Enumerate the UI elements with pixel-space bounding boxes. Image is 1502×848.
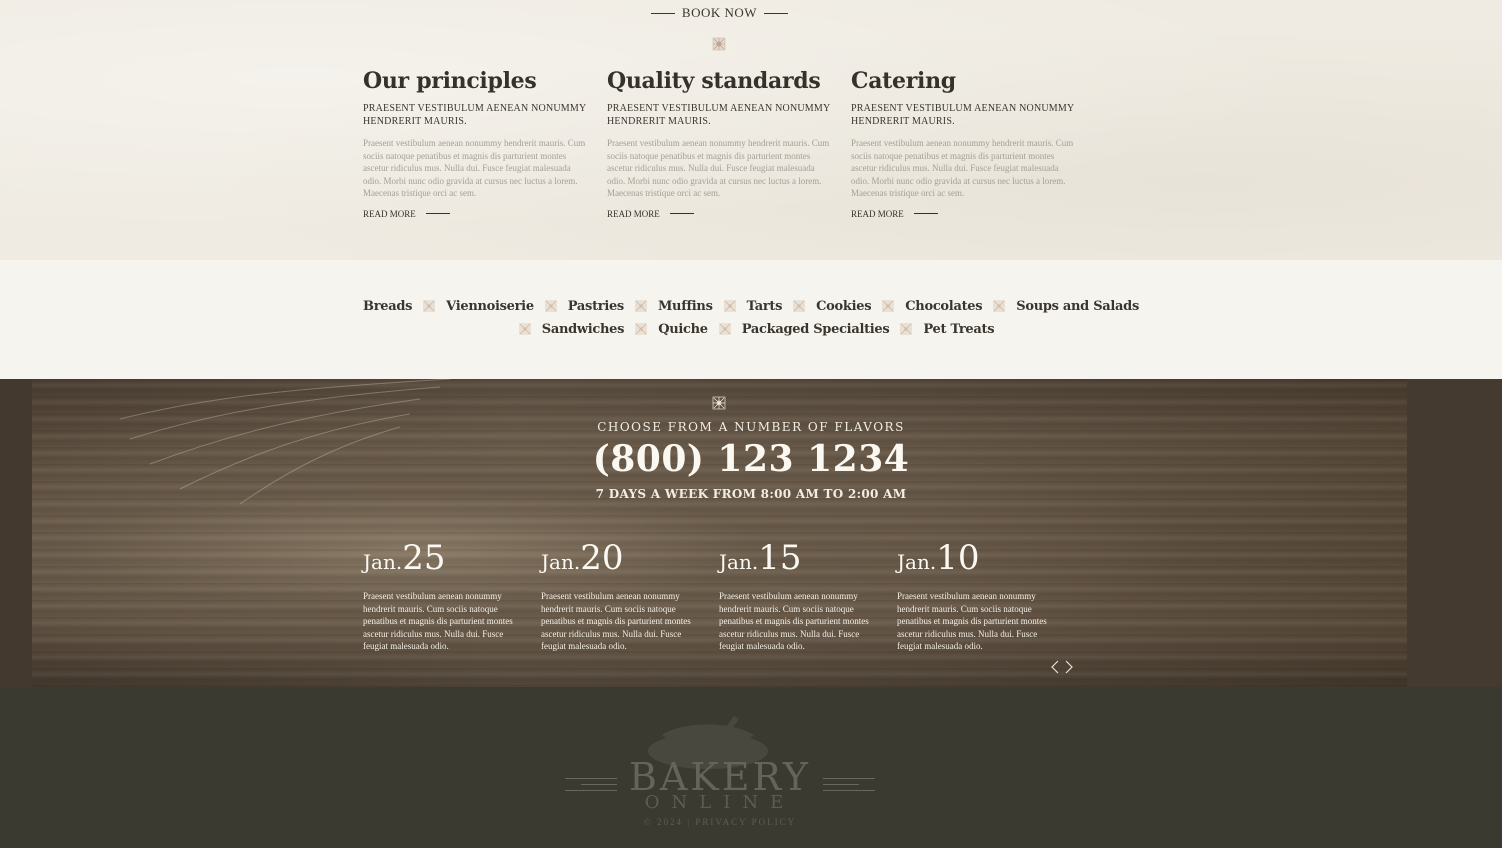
divider	[651, 12, 675, 14]
read-more-link[interactable]: READ MORE	[851, 209, 1079, 219]
column-title: Catering	[851, 68, 956, 94]
chevron-right-icon	[1065, 660, 1073, 674]
column-title: Our principles	[363, 68, 537, 94]
logo-subtitle: ONLINE	[644, 792, 796, 813]
news-month: Jan.	[897, 550, 937, 574]
category-link-muffins[interactable]: Muffins	[658, 299, 713, 314]
ornament-icon	[898, 321, 914, 337]
flavors-tagline: CHOOSE FROM A NUMBER OF FLAVORS	[597, 420, 905, 434]
logo-decoration	[565, 778, 617, 798]
column-subtitle: PRAESENT VESTIBULUM AENEAN NONUMMY HENDR…	[851, 103, 1075, 127]
category-link-pastries[interactable]: Pastries	[568, 299, 624, 314]
news-item: Jan.20 Praesent vestibulum aenean nonumm…	[541, 538, 701, 653]
copyright-privacy-link[interactable]: © 2024 | PRIVACY POLICY	[600, 817, 840, 827]
carousel-prev-button[interactable]	[1050, 659, 1060, 675]
column-body: Praesent vestibulum aenean nonummy hendr…	[851, 138, 1074, 198]
column-title: Quality standards	[607, 68, 821, 94]
news-date: Jan.15	[719, 538, 879, 584]
news-item: Jan.25 Praesent vestibulum aenean nonumm…	[363, 538, 523, 653]
read-more-label: READ MORE	[851, 208, 904, 219]
chevron-left-icon	[1051, 660, 1059, 674]
ornament-icon	[722, 298, 738, 314]
category-link-viennoiserie[interactable]: Viennoiserie	[446, 299, 534, 314]
ornament-icon	[633, 321, 649, 337]
news-month: Jan.	[363, 550, 403, 574]
column-subtitle: PRAESENT VESTIBULUM AENEAN NONUMMY HENDR…	[607, 103, 831, 127]
principles-section: BOOK NOW Our principles PRAESENT VESTIBU…	[0, 0, 1502, 260]
category-link-breads[interactable]: Breads	[363, 299, 412, 314]
catering-column: Catering PRAESENT VESTIBULUM AENEAN NONU…	[851, 66, 1079, 219]
book-now-label: BOOK NOW	[681, 5, 758, 20]
divider	[913, 213, 938, 214]
logo-decoration	[823, 778, 875, 798]
ornament-icon	[517, 321, 533, 337]
category-nav: Breads Viennoiserie Pastries Muffins Tar…	[0, 260, 1502, 379]
news-day: 15	[758, 538, 802, 578]
news-month: Jan.	[541, 550, 581, 574]
principles-column: Our principles PRAESENT VESTIBULUM AENEA…	[363, 66, 591, 219]
category-link-cookies[interactable]: Cookies	[816, 299, 871, 314]
ornament-icon	[991, 298, 1007, 314]
category-link-packaged-specialties[interactable]: Packaged Specialties	[742, 322, 890, 337]
read-more-label: READ MORE	[363, 208, 416, 219]
category-link-sandwiches[interactable]: Sandwiches	[542, 322, 625, 337]
ornament-icon	[717, 321, 733, 337]
category-link-pet-treats[interactable]: Pet Treats	[923, 322, 994, 337]
column-body: Praesent vestibulum aenean nonummy hendr…	[607, 138, 830, 198]
quality-column: Quality standards PRAESENT VESTIBULUM AE…	[607, 66, 835, 219]
carousel-next-button[interactable]	[1064, 659, 1074, 675]
ornament-icon	[633, 298, 649, 314]
book-now-link[interactable]: BOOK NOW	[651, 5, 788, 21]
news-date: Jan.10	[897, 538, 1057, 584]
ornament-icon	[712, 396, 726, 410]
read-more-link[interactable]: READ MORE	[363, 209, 591, 219]
news-item: Jan.10 Praesent vestibulum aenean nonumm…	[897, 538, 1057, 653]
opening-hours: 7 DAYS A WEEK FROM 8:00 AM TO 2:00 AM	[595, 487, 907, 501]
news-text: Praesent vestibulum aenean nonummy hendr…	[541, 591, 691, 651]
news-day: 20	[580, 538, 624, 578]
category-row: Breads Viennoiserie Pastries Muffins Tar…	[0, 298, 1502, 314]
news-day: 10	[936, 538, 980, 578]
category-link-tarts[interactable]: Tarts	[747, 299, 783, 314]
news-text: Praesent vestibulum aenean nonummy hendr…	[719, 591, 869, 651]
ornament-icon	[712, 37, 726, 51]
news-date: Jan.25	[363, 538, 523, 584]
news-text: Praesent vestibulum aenean nonummy hendr…	[363, 591, 513, 651]
carousel-controls	[1050, 659, 1074, 675]
news-date: Jan.20	[541, 538, 701, 584]
read-more-link[interactable]: READ MORE	[607, 209, 835, 219]
divider	[763, 12, 788, 14]
ornament-icon	[421, 298, 437, 314]
column-body: Praesent vestibulum aenean nonummy hendr…	[363, 138, 586, 198]
divider	[669, 213, 694, 214]
category-link-soups-and-salads[interactable]: Soups and Salads	[1016, 299, 1139, 314]
category-link-chocolates[interactable]: Chocolates	[905, 299, 982, 314]
ornament-icon	[880, 298, 896, 314]
news-text: Praesent vestibulum aenean nonummy hendr…	[897, 591, 1047, 651]
news-day: 25	[402, 538, 446, 578]
read-more-label: READ MORE	[607, 208, 660, 219]
category-row: Sandwiches Quiche Packaged Specialties P…	[0, 321, 1502, 337]
news-item: Jan.15 Praesent vestibulum aenean nonumm…	[719, 538, 879, 653]
column-subtitle: PRAESENT VESTIBULUM AENEAN NONUMMY HENDR…	[363, 103, 587, 127]
news-month: Jan.	[719, 550, 759, 574]
phone-number-link[interactable]: (800) 123 1234	[0, 436, 1502, 482]
category-link-quiche[interactable]: Quiche	[658, 322, 708, 337]
divider	[425, 213, 450, 214]
ornament-icon	[791, 298, 807, 314]
ornament-icon	[543, 298, 559, 314]
